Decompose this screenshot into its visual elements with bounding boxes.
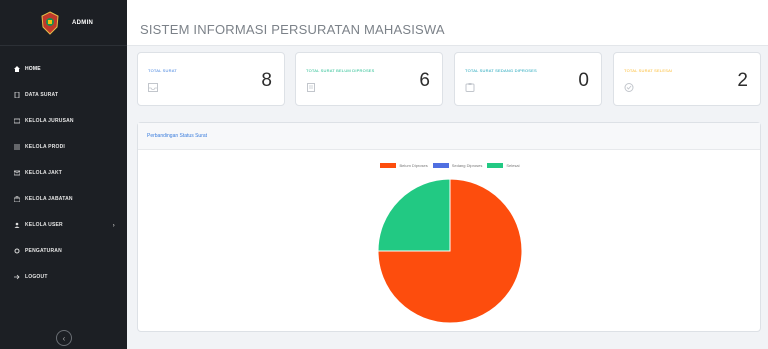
chevron-left-icon: ‹ bbox=[62, 333, 66, 343]
brand-name: ADMIN bbox=[72, 19, 94, 26]
sidebar-item-kelola-jakt[interactable]: KELOLA JAKT bbox=[0, 160, 127, 186]
sidebar-item-label: KELOLA JAKT bbox=[25, 170, 63, 176]
sidebar-item-label: KELOLA PRODI bbox=[25, 144, 65, 150]
sidebar-item-label: KELOLA JURUSAN bbox=[25, 118, 74, 124]
card-value: 0 bbox=[578, 70, 589, 91]
card-total-surat[interactable]: TOTAL SURAT 8 bbox=[137, 52, 285, 106]
card-label: TOTAL SURAT SELESAI bbox=[624, 68, 673, 73]
sidebar-item-kelola-jabatan[interactable]: KELOLA JABATAN bbox=[0, 186, 127, 212]
gear-icon bbox=[14, 248, 20, 254]
sidebar-item-home[interactable]: HOME bbox=[0, 56, 127, 82]
document-icon bbox=[306, 79, 316, 92]
sidebar-item-label: LOGOUT bbox=[25, 274, 48, 280]
card-value: 8 bbox=[261, 70, 272, 91]
page-title: SISTEM INFORMASI PERSURATAN MAHASISWA bbox=[140, 22, 445, 37]
pie-slice-selesai[interactable] bbox=[377, 178, 451, 252]
sidebar-item-label: PENGATURAN bbox=[25, 248, 62, 254]
inbox-icon bbox=[148, 79, 158, 92]
sidebar-item-label: DATA SURAT bbox=[25, 92, 59, 98]
card-value: 2 bbox=[737, 70, 748, 91]
briefcase-icon bbox=[13, 196, 21, 203]
home-icon bbox=[14, 66, 20, 72]
card-label: TOTAL SURAT BELUM DIPROSES bbox=[306, 68, 375, 73]
pie-chart bbox=[377, 178, 523, 324]
users-icon bbox=[14, 222, 20, 228]
sidebar-item-label: KELOLA JABATAN bbox=[25, 196, 73, 202]
check-icon bbox=[624, 79, 634, 92]
card-value: 6 bbox=[419, 70, 430, 91]
topbar: SISTEM INFORMASI PERSURATAN MAHASISWA bbox=[127, 0, 768, 46]
sidebar-item-pengaturan[interactable]: PENGATURAN bbox=[0, 238, 127, 264]
university-logo-icon bbox=[40, 10, 60, 35]
card-label: TOTAL SURAT SEDANG DIPROSES bbox=[465, 68, 537, 73]
sidebar-item-kelola-prodi[interactable]: KELOLA PRODI bbox=[0, 134, 127, 160]
sidebar-item-kelola-jurusan[interactable]: KELOLA JURUSAN bbox=[0, 108, 127, 134]
sidebar-brand[interactable]: ADMIN bbox=[0, 0, 127, 46]
sidebar-item-kelola-user[interactable]: KELOLA USER › bbox=[0, 212, 127, 238]
sidebar-item-data-surat[interactable]: DATA SURAT bbox=[0, 82, 127, 108]
envelope-icon bbox=[13, 170, 21, 176]
folder-icon bbox=[13, 118, 21, 124]
sidebar: ADMIN HOME DATA SURAT KELOLA JURUSAN KEL… bbox=[0, 0, 127, 349]
clipboard-icon bbox=[465, 79, 475, 92]
chevron-right-icon: › bbox=[112, 223, 115, 229]
card-belum-diproses[interactable]: TOTAL SURAT BELUM DIPROSES 6 bbox=[295, 52, 443, 106]
sidebar-menu: HOME DATA SURAT KELOLA JURUSAN KELOLA PR… bbox=[0, 46, 127, 290]
card-label: TOTAL SURAT bbox=[148, 68, 177, 73]
chart-panel: Perbandingan Status Surat Belum Diproses… bbox=[137, 122, 761, 332]
sidebar-item-label: KELOLA USER bbox=[25, 222, 63, 228]
sidebar-item-logout[interactable]: LOGOUT bbox=[0, 264, 127, 290]
card-sedang-diproses[interactable]: TOTAL SURAT SEDANG DIPROSES 0 bbox=[454, 52, 602, 106]
main-content: SISTEM INFORMASI PERSURATAN MAHASISWA TO… bbox=[127, 0, 768, 349]
file-icon bbox=[14, 91, 20, 99]
sidebar-item-label: HOME bbox=[25, 66, 41, 72]
card-selesai[interactable]: TOTAL SURAT SELESAI 2 bbox=[613, 52, 761, 106]
list-icon bbox=[14, 144, 20, 150]
sidebar-toggle-button[interactable]: ‹ bbox=[56, 330, 72, 346]
logout-icon bbox=[14, 274, 20, 280]
